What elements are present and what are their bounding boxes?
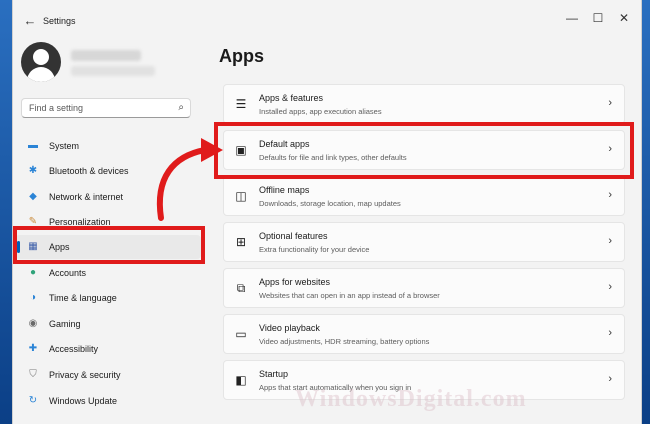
search-placeholder: Find a setting — [29, 103, 84, 113]
maximize-button[interactable]: ☐ — [585, 9, 611, 27]
chevron-right-icon: › — [608, 327, 612, 339]
card-title: Video playback — [259, 323, 320, 333]
card-video-playback[interactable]: ▭ Video playback Video adjustments, HDR … — [223, 314, 625, 354]
card-subtitle: Extra functionality for your device — [259, 245, 370, 254]
person-icon: ● — [29, 267, 37, 278]
minimize-button[interactable]: — — [559, 9, 585, 27]
sidebar-item-label: Gaming — [49, 319, 81, 329]
sidebar-item-label: Privacy & security — [49, 370, 121, 380]
sidebar-item-label: Network & internet — [49, 192, 124, 202]
card-apps-features[interactable]: ☰ Apps & features Installed apps, app ex… — [223, 84, 625, 124]
card-title: Offline maps — [259, 185, 310, 195]
sidebar-item-time-language[interactable]: ◑ Time & language — [15, 286, 201, 310]
card-apps-for-websites[interactable]: ⧉ Apps for websites Websites that can op… — [223, 268, 625, 308]
sidebar-item-privacy[interactable]: ⛉ Privacy & security — [15, 363, 201, 387]
sidebar-item-label: Bluetooth & devices — [49, 166, 129, 176]
title-bar: ← Settings — ☐ ✕ — [13, 0, 641, 38]
startup-icon: ◧ — [235, 373, 247, 387]
update-icon: ↻ — [28, 395, 38, 406]
page-title: Apps — [219, 46, 264, 66]
chevron-right-icon: › — [608, 189, 612, 201]
sidebar-item-label: Windows Update — [49, 396, 118, 406]
user-profile[interactable] — [21, 42, 201, 84]
sidebar-item-label: Time & language — [49, 293, 117, 303]
sidebar-item-accessibility[interactable]: ✚ Accessibility — [15, 337, 201, 361]
video-icon: ▭ — [235, 327, 247, 341]
avatar — [21, 42, 61, 82]
bluetooth-icon: ✱ — [28, 165, 38, 176]
sidebar-item-accounts[interactable]: ● Accounts — [15, 261, 201, 285]
search-input[interactable]: Find a setting ⌕ — [21, 98, 191, 118]
card-subtitle: Installed apps, app execution aliases — [259, 107, 382, 116]
chevron-right-icon: › — [608, 235, 612, 247]
card-subtitle: Video adjustments, HDR streaming, batter… — [259, 337, 430, 346]
monitor-icon: ▬ — [28, 140, 38, 151]
accessibility-icon: ✚ — [28, 343, 38, 354]
card-subtitle: Websites that can open in an app instead… — [259, 291, 440, 300]
red-arrow-annotation — [156, 138, 223, 221]
wifi-icon: ◆ — [29, 191, 37, 202]
card-subtitle: Downloads, storage location, map updates — [259, 199, 401, 208]
chevron-right-icon: › — [608, 281, 612, 293]
gamepad-icon: ◉ — [28, 318, 38, 329]
add-box-icon: ⊞ — [235, 235, 247, 249]
sidebar-item-label: Accounts — [49, 268, 87, 278]
card-title: Startup — [259, 369, 289, 379]
settings-window: ← Settings — ☐ ✕ Find a setting ⌕ ▬ Syst… — [12, 0, 642, 424]
card-title: Apps & features — [259, 93, 324, 103]
highlight-box-default-apps — [214, 122, 634, 179]
card-title: Apps for websites — [259, 277, 331, 287]
back-arrow-icon[interactable]: ← — [19, 12, 41, 30]
sidebar-item-windows-update[interactable]: ↻ Windows Update — [15, 389, 201, 413]
card-offline-maps[interactable]: ◫ Offline maps Downloads, storage locati… — [223, 176, 625, 216]
list-icon: ☰ — [235, 97, 247, 111]
chevron-right-icon: › — [608, 97, 612, 109]
blurred-user-name — [71, 50, 141, 61]
watermark: WindowsDigital.com — [295, 386, 527, 412]
close-button[interactable]: ✕ — [611, 9, 637, 27]
sidebar-item-label: System — [49, 141, 80, 151]
globe-clock-icon: ◑ — [29, 292, 37, 303]
highlight-box-apps — [13, 226, 205, 264]
window-title: Settings — [43, 16, 76, 26]
sidebar-item-label: Accessibility — [49, 344, 99, 354]
card-title: Optional features — [259, 231, 328, 241]
shield-icon: ⛉ — [29, 369, 37, 380]
sidebar-item-gaming[interactable]: ◉ Gaming — [15, 312, 201, 336]
blurred-user-email — [71, 66, 155, 76]
open-in-app-icon: ⧉ — [236, 281, 246, 295]
chevron-right-icon: › — [608, 373, 612, 385]
card-optional-features[interactable]: ⊞ Optional features Extra functionality … — [223, 222, 625, 262]
search-icon: ⌕ — [178, 102, 184, 113]
